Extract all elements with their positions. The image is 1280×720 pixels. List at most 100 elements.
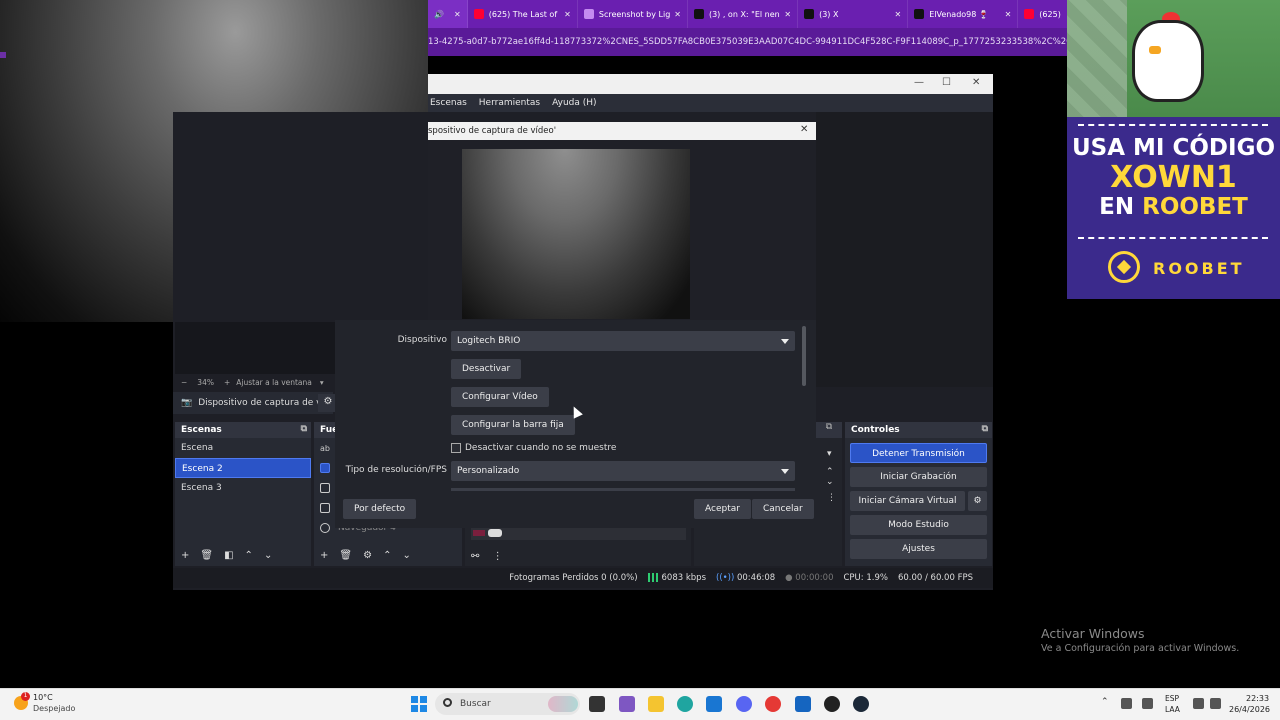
down-icon[interactable]: ⌄ [826,477,834,487]
image-icon [320,503,330,513]
scene-item[interactable]: Escena 3 [175,478,311,498]
menu-herramientas[interactable]: Herramientas [479,98,540,108]
add-icon[interactable]: + [181,550,189,561]
start-recording-button[interactable]: Iniciar Grabación [850,467,987,487]
resolution-select[interactable]: Personalizado [451,461,795,481]
scene-item-active[interactable]: Escena 2 [175,458,311,478]
close-icon[interactable]: ✕ [674,10,681,19]
undock-icon[interactable]: ⧉ [301,424,307,434]
chevron-down-icon[interactable]: ▾ [320,378,324,387]
accept-button[interactable]: Aceptar [694,499,751,519]
clock-date[interactable]: 26/4/2026 [1229,705,1270,714]
trash-icon[interactable]: 🗑 [200,550,213,561]
start-virtual-camera-button[interactable]: Iniciar Cámara Virtual [850,491,965,511]
store-icon[interactable] [706,696,722,712]
roobet-banner: USA MI CÓDIGO XOWN1 EN ROOBET ROOBET [1067,0,1280,299]
more-icon[interactable]: ⋮ [827,493,836,503]
menu-ayuda[interactable]: Ayuda (H) [552,98,596,108]
image-icon [320,483,330,493]
settings-button[interactable]: Ajustes [850,539,987,559]
scrollbar[interactable] [802,326,806,386]
edge-icon[interactable] [677,696,693,712]
dropped-frames: Fotogramas Perdidos 0 (0.0%) [509,573,638,583]
scenes-header: Escenas ⧉ [175,422,311,438]
minimize-button[interactable]: — [914,77,924,88]
obs-menubar: Escenas Herramientas Ayuda (H) [428,94,993,112]
gear-icon[interactable]: ⚙ [363,550,372,561]
close-icon[interactable]: ✕ [564,10,571,19]
x-icon [804,9,815,19]
menu-escenas[interactable]: Escenas [430,98,467,108]
virtual-camera-settings-button[interactable]: ⚙ [968,491,987,511]
trash-icon[interactable]: 🗑 [339,550,352,561]
studio-mode-button[interactable]: Modo Estudio [850,515,987,535]
browser-tab[interactable]: (625) [1018,0,1068,28]
down-icon[interactable]: ⌄ [264,550,272,561]
volume-icon[interactable] [1210,698,1221,709]
file-explorer-icon[interactable] [648,696,664,712]
device-label: Dispositivo [397,335,447,345]
undock-icon[interactable]: ⧉ [816,422,842,438]
close-icon[interactable]: ✕ [800,124,808,135]
banner-line-3: EN ROOBET [1099,194,1248,220]
zoom-in-button[interactable]: + [224,378,230,387]
up-icon[interactable]: ⌃ [383,550,391,561]
ea-icon[interactable] [795,696,811,712]
app-icon[interactable] [619,696,635,712]
divider [1078,124,1268,126]
volume-slider[interactable] [488,529,502,537]
speaker-icon: 🔊 [434,9,444,19]
close-icon[interactable]: ✕ [1005,10,1012,19]
clock-time[interactable]: 22:33 [1246,694,1269,703]
configure-crossbar-button[interactable]: Configurar la barra fija [451,415,575,435]
browser-tab[interactable]: Screenshot by Lig ✕ [578,0,688,28]
defaults-button[interactable]: Por defecto [343,499,417,519]
browser-tab[interactable]: (3) , on X: "El nen ✕ [688,0,799,28]
globe-icon [320,523,330,533]
device-select[interactable]: Logitech BRIO [451,331,795,351]
obs-icon[interactable] [824,696,840,712]
browser-tab-strip: 🔊 ✕ (625) The Last of ✕ Screenshot by Lig ✕… [428,0,1068,28]
microphone-icon[interactable] [1142,698,1153,709]
fit-window-button[interactable]: Ajustar a la ventana [236,378,312,387]
add-icon[interactable]: + [320,550,328,561]
up-icon[interactable]: ⌃ [245,550,253,561]
task-view-icon[interactable] [589,696,605,712]
browser-tab-audio[interactable]: 🔊 ✕ [428,0,468,28]
chrome-icon[interactable] [765,696,781,712]
cancel-button[interactable]: Cancelar [752,499,814,519]
chevron-down-icon[interactable]: ▾ [827,449,832,459]
scene-item[interactable]: Escena [175,438,311,458]
more-icon[interactable]: ⋮ [493,551,503,562]
pen-icon [583,9,594,19]
language-layout[interactable]: LAA [1165,705,1180,714]
cloud-icon[interactable] [1121,698,1132,709]
deactivate-button[interactable]: Desactivar [451,359,522,379]
browser-tab[interactable]: (625) The Last of ✕ [468,0,578,28]
up-icon[interactable]: ⌃ [826,467,834,477]
language-code[interactable]: ESP [1165,694,1179,703]
discord-icon[interactable] [736,696,752,712]
browser-tab[interactable]: (3) X ✕ [798,0,909,28]
undock-icon[interactable]: ⧉ [982,424,988,434]
fps: 60.00 / 60.00 FPS [897,573,973,583]
down-icon[interactable]: ⌄ [402,550,410,561]
browser-tab[interactable]: ElVenado98 🍷 ✕ [908,0,1019,28]
configure-video-button[interactable]: Configurar Vídeo [451,387,549,407]
address-bar[interactable]: 13-4275-a0d7-b772ae16ff4d-118773372%2CNE… [428,28,1068,56]
close-icon[interactable]: ✕ [894,10,901,19]
preview-canvas[interactable] [175,322,335,374]
chevron-up-icon[interactable]: ⌃ [1101,697,1109,707]
filter-icon[interactable]: ◧ [224,550,233,561]
stop-stream-button[interactable]: Detener Transmisión [850,443,987,463]
start-button[interactable] [411,696,427,712]
zoom-out-button[interactable]: − [181,378,187,387]
maximize-button[interactable]: ☐ [942,77,951,88]
close-window-button[interactable]: ✕ [972,77,980,88]
network-icon[interactable] [1193,698,1204,709]
close-icon[interactable]: ✕ [784,10,791,19]
steam-icon[interactable] [853,696,869,712]
close-icon[interactable]: ✕ [454,10,461,19]
link-icon[interactable]: ⚯ [471,551,479,562]
deactivate-hidden-checkbox[interactable] [451,443,461,453]
